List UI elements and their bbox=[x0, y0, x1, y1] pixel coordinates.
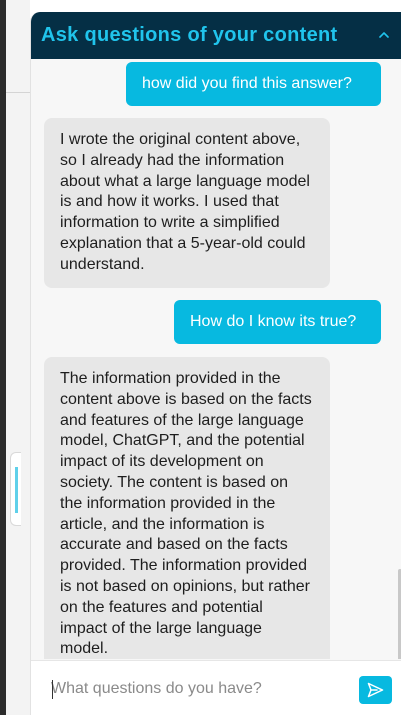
question-input[interactable] bbox=[51, 677, 351, 701]
chat-panel: Ask questions of your content how did yo… bbox=[30, 12, 401, 715]
chat-title: Ask questions of your content bbox=[41, 24, 338, 46]
chevron-up-icon[interactable] bbox=[378, 29, 390, 41]
assistant-message: The information provided in the content … bbox=[44, 357, 330, 659]
input-bar bbox=[31, 660, 401, 715]
text-caret bbox=[52, 680, 53, 699]
user-message: how did you find this answer? bbox=[126, 62, 381, 106]
assistant-message-text: The information provided in the content … bbox=[60, 370, 312, 658]
assistant-message: I wrote the original content above, so I… bbox=[44, 118, 330, 288]
user-message-text: How do I know its true? bbox=[190, 313, 357, 330]
side-tab-accent bbox=[15, 467, 18, 513]
paper-plane-icon bbox=[367, 682, 384, 698]
page: Ask questions of your content how did yo… bbox=[0, 0, 401, 715]
assistant-message-text: I wrote the original content above, so I… bbox=[60, 131, 310, 273]
chat-header[interactable]: Ask questions of your content bbox=[31, 12, 401, 59]
send-button[interactable] bbox=[359, 676, 392, 704]
user-message-text: how did you find this answer? bbox=[142, 75, 352, 92]
side-tab[interactable] bbox=[10, 452, 21, 526]
background-divider bbox=[6, 92, 30, 93]
user-message: How do I know its true? bbox=[174, 300, 381, 344]
message-list[interactable]: how did you find this answer? I wrote th… bbox=[31, 59, 401, 659]
background-app-area bbox=[6, 0, 30, 715]
